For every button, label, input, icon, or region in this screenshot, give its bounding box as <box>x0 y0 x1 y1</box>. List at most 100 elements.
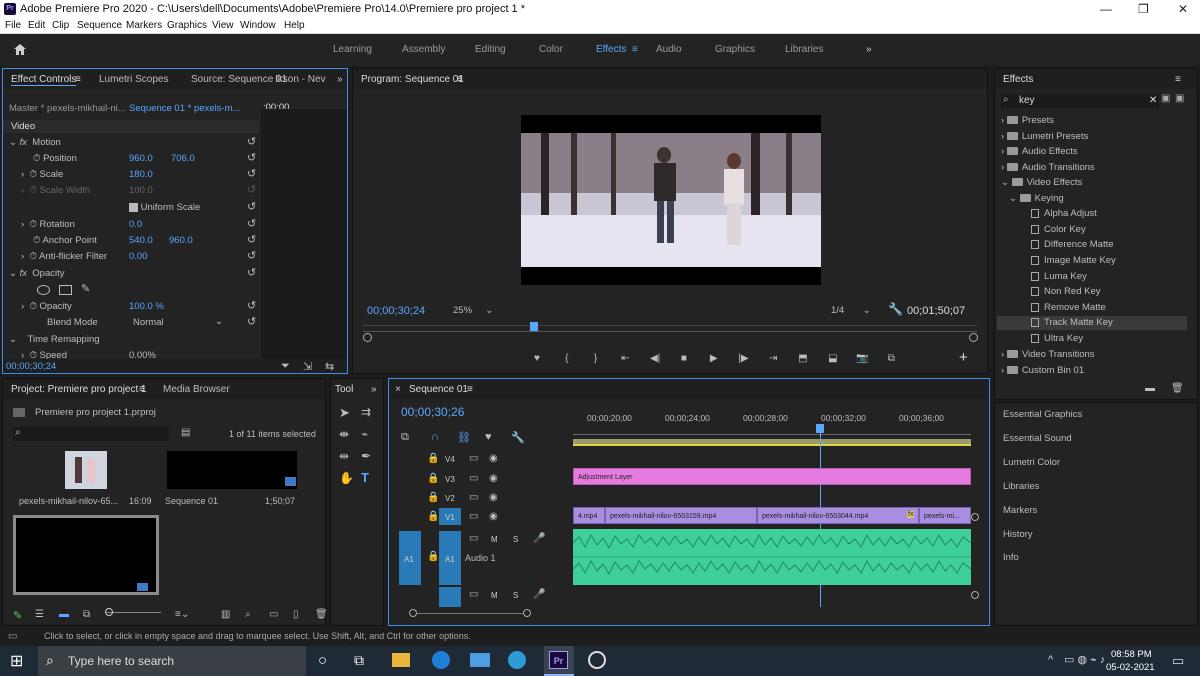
windows-start-icon[interactable]: ⊞ <box>10 651 23 671</box>
effects-title[interactable]: Effects <box>1003 74 1033 85</box>
filter-accelerated-icon[interactable]: ▣ <box>1161 93 1170 104</box>
taskbar-time[interactable]: 08:58 PM <box>1111 649 1152 660</box>
home-icon[interactable] <box>13 43 27 56</box>
workspace-learning[interactable]: Learning <box>333 44 372 55</box>
position-y[interactable]: 706.0 <box>171 153 195 169</box>
opacity-value[interactable]: 100.0 % <box>129 301 164 317</box>
reset-icon[interactable]: ↺ <box>247 249 256 262</box>
menu-graphics[interactable]: Graphics <box>167 20 207 31</box>
position-x[interactable]: 960.0 <box>129 153 153 169</box>
tab-menu-icon[interactable]: ≡ <box>75 74 81 85</box>
new-bin-icon[interactable]: ▭ <box>269 609 278 620</box>
razor-tool-icon[interactable]: ⌁ <box>361 427 368 441</box>
effects-menu-icon[interactable]: ≡ <box>1175 74 1181 85</box>
effects-search-input[interactable]: ⌕ key <box>1001 94 1159 108</box>
stopwatch-icon[interactable]: ⏱ <box>29 251 36 262</box>
workspace-graphics[interactable]: Graphics <box>715 44 755 55</box>
work-area-bar[interactable] <box>573 439 971 446</box>
selection-tool-icon[interactable]: ➤ <box>339 405 350 421</box>
video-frame[interactable] <box>521 115 821 285</box>
clip-name[interactable]: pexels-mikhail-nilov-65... <box>19 496 118 506</box>
zoom-slider-handle[interactable] <box>105 608 113 616</box>
eye-icon[interactable]: ◉ <box>489 453 498 464</box>
tab-source-clip[interactable]: Ikson - Nev <box>275 74 326 85</box>
chevron-right-icon[interactable]: › <box>21 301 24 312</box>
effect-alpha-adjust[interactable]: Alpha Adjust <box>1031 208 1097 219</box>
timeline-title[interactable]: Sequence 01 <box>409 384 468 395</box>
export-frame-icon[interactable]: 📷 <box>850 353 876 364</box>
step-forward-icon[interactable]: |▶ <box>730 353 756 364</box>
reset-icon[interactable]: ↺ <box>247 135 256 148</box>
menu-view[interactable]: View <box>212 20 234 31</box>
menu-sequence[interactable]: Sequence <box>77 20 122 31</box>
anchor-x[interactable]: 540.0 <box>129 235 153 251</box>
reset-icon[interactable]: ↺ <box>247 167 256 180</box>
workspace-color[interactable]: Color <box>539 44 563 55</box>
lock-icon[interactable]: 🔒 <box>427 551 439 562</box>
rectangle-mask-icon[interactable] <box>59 285 72 295</box>
task-view-icon[interactable]: ⧉ <box>354 652 364 669</box>
snap-icon[interactable]: ∩ <box>431 431 439 443</box>
new-bin-icon[interactable]: ▬ <box>1145 383 1155 394</box>
mute-button[interactable]: M <box>491 591 498 600</box>
ripple-edit-tool-icon[interactable]: ⇼ <box>339 427 349 441</box>
sequence-clip-label[interactable]: Sequence 01 * pexels-m... <box>129 103 240 119</box>
lock-icon[interactable]: 🔒 <box>427 473 439 484</box>
scale-value[interactable]: 180.0 <box>129 169 153 185</box>
sequence-name[interactable]: Sequence 01 <box>165 496 218 506</box>
workspace-assembly[interactable]: Assembly <box>402 44 445 55</box>
sequence-thumbnail[interactable] <box>167 451 297 489</box>
type-tool-icon[interactable]: T <box>361 470 369 485</box>
close-tab-icon[interactable]: × <box>395 384 401 395</box>
step-back-icon[interactable]: ◀| <box>642 353 668 364</box>
antiflicker-value[interactable]: 0.00 <box>129 251 148 267</box>
slip-tool-icon[interactable]: ⇹ <box>339 449 349 463</box>
scroll-handle[interactable] <box>971 591 979 599</box>
automate-icon[interactable]: ▥ <box>221 609 230 620</box>
sync-lock-icon[interactable]: ▭ <box>469 511 478 522</box>
folder-audio-effects[interactable]: › Audio Effects <box>1001 146 1078 157</box>
marker-icon[interactable]: ♥ <box>485 431 492 443</box>
pen-mask-icon[interactable]: ✎ <box>81 282 90 295</box>
mute-button[interactable]: M <box>491 535 498 544</box>
panel-info[interactable]: Info <box>1003 552 1019 563</box>
chevron-right-icon[interactable]: › <box>21 219 24 230</box>
chevron-down-icon[interactable]: ⌄ <box>9 334 20 345</box>
scroll-handle[interactable] <box>971 513 979 521</box>
workspace-effects[interactable]: Effects <box>596 44 626 55</box>
resolution-select[interactable]: 1/4 ⌄ <box>831 305 871 316</box>
pen-tool-icon[interactable]: ✒ <box>361 449 371 463</box>
settings-wrench-icon[interactable]: 🔧 <box>511 431 525 444</box>
filter-32bit-icon[interactable]: ▣ <box>1175 93 1184 104</box>
effect-track-matte-key[interactable]: Track Matte Key <box>1031 317 1113 328</box>
workspace-menu-icon[interactable]: ≡ <box>632 44 638 55</box>
lock-icon[interactable]: 🔒 <box>427 511 439 522</box>
scroll-handle-left[interactable] <box>363 333 372 342</box>
panel-libraries[interactable]: Libraries <box>1003 481 1039 492</box>
effect-ultra-key[interactable]: Ultra Key <box>1031 333 1083 344</box>
blend-mode-select[interactable]: Normal ⌄ <box>133 316 225 330</box>
audio-clip[interactable] <box>572 529 972 585</box>
folder-audio-transitions[interactable]: › Audio Transitions <box>1001 162 1095 173</box>
export-icon[interactable]: ⇲ <box>303 360 312 373</box>
new-item-icon[interactable]: ▯ <box>293 609 299 620</box>
icon-view-icon[interactable]: ▬ <box>59 609 69 620</box>
folder-video-effects[interactable]: ⌄ Video Effects <box>1001 177 1082 188</box>
zoom-handle-left[interactable] <box>409 609 417 617</box>
mark-in-icon[interactable]: { <box>554 353 580 364</box>
tab-source[interactable]: Source: Sequence 01 <box>191 74 287 85</box>
stopwatch-icon[interactable]: ⏱ <box>29 219 36 230</box>
workspace-more-icon[interactable]: » <box>866 44 872 55</box>
effect-difference-matte[interactable]: Difference Matte <box>1031 239 1114 250</box>
clear-icon[interactable]: 🗑 <box>315 609 328 620</box>
zoom-slider[interactable] <box>105 612 161 613</box>
reset-icon[interactable]: ↺ <box>247 151 256 164</box>
chevron-right-icon[interactable]: › <box>21 169 24 180</box>
workspace-editing[interactable]: Editing <box>475 44 506 55</box>
folder-lumetri-presets[interactable]: › Lumetri Presets <box>1001 131 1088 142</box>
effect-image-matte-key[interactable]: Image Matte Key <box>1031 255 1116 266</box>
project-menu-icon[interactable]: ≡ <box>139 384 145 395</box>
horizontal-zoom-bar[interactable] <box>417 613 523 614</box>
mark-out-icon[interactable]: } <box>583 353 609 364</box>
ec-mini-timeline[interactable] <box>261 109 347 369</box>
